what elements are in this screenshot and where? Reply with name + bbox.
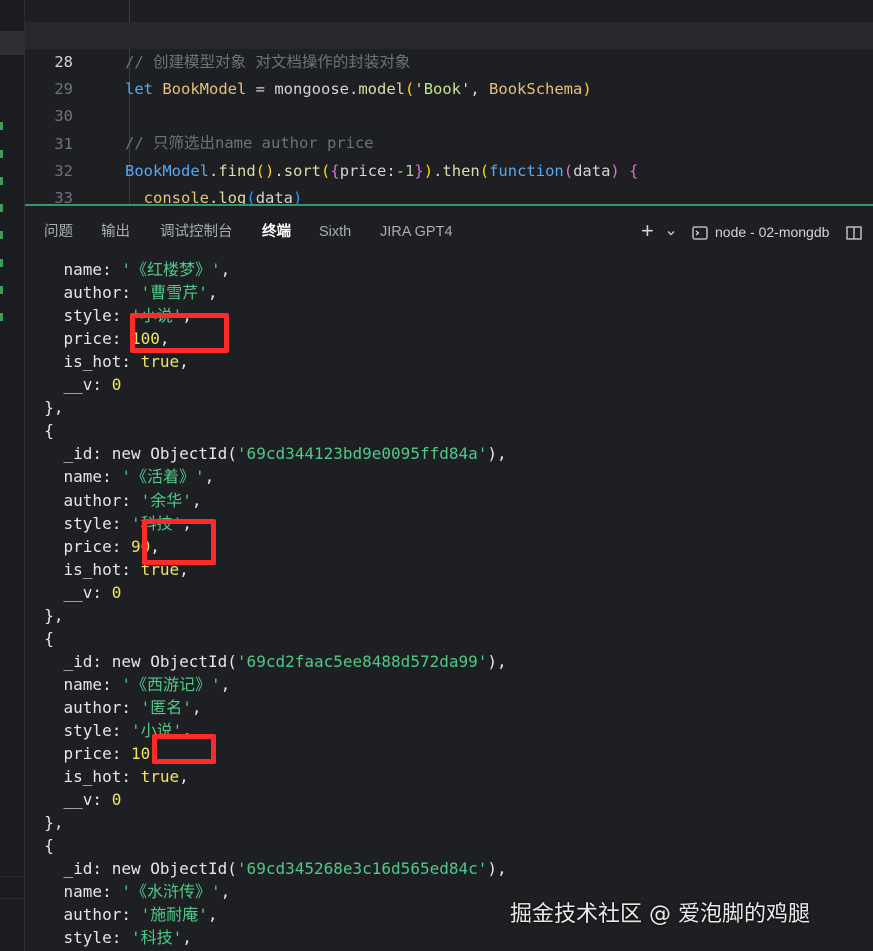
terminal-line: _id: new ObjectId('69cd344123bd9e0095ffd…: [25, 444, 507, 464]
terminal-line: price: 90,: [25, 536, 160, 556]
git-change-marker: [0, 204, 3, 212]
git-change-marker: [0, 122, 3, 130]
terminal-line: price: 10,: [25, 744, 160, 764]
tab-problems[interactable]: 问题: [44, 206, 73, 254]
code-line[interactable]: 27 // 创建模型对象 对文档操作的封装对象: [25, 0, 873, 71]
terminal-line: __v: 0: [25, 375, 122, 395]
terminal-line: __v: 0: [25, 582, 122, 602]
terminal-line: {: [25, 836, 54, 856]
chevron-down-icon[interactable]: [666, 206, 676, 254]
highlight-box: [152, 734, 216, 764]
tab-terminal[interactable]: 终端: [256, 206, 297, 254]
activity-selected[interactable]: [0, 31, 24, 55]
terminal-line: name: '《水浒传》',: [25, 882, 231, 902]
terminal-line: name: '《西游记》',: [25, 674, 231, 694]
git-change-marker: [0, 313, 3, 321]
tab-sixth[interactable]: Sixth: [319, 206, 351, 254]
split-terminal-icon[interactable]: [846, 206, 862, 254]
terminal-line: name: '《红楼梦》',: [25, 260, 231, 279]
git-change-marker: [0, 150, 3, 158]
terminal-line: _id: new ObjectId('69cd2faac5ee8488d572d…: [25, 651, 507, 671]
tab-jira-gpt4[interactable]: JIRA GPT4: [380, 206, 453, 254]
git-change-marker: [0, 286, 3, 294]
code-line-current[interactable]: 28 let BookModel = mongoose.model('Book'…: [25, 22, 873, 98]
terminal-output[interactable]: name: '《红楼梦》', author: '曹雪芹', style: '小说…: [25, 254, 873, 951]
code-line[interactable]: 33 }): [25, 158, 873, 204]
terminal-icon: [692, 206, 708, 254]
terminal-line: {: [25, 421, 54, 441]
terminal-line: },: [25, 605, 64, 625]
code-line[interactable]: 29: [25, 49, 873, 98]
terminal-line: {: [25, 628, 54, 648]
terminal-line: _id: new ObjectId('69cd345268e3c16d565ed…: [25, 859, 507, 879]
terminal-line: author: '施耐庵',: [25, 905, 218, 925]
terminal-line: author: '匿名',: [25, 697, 202, 717]
highlight-box: [130, 313, 229, 353]
terminal-line: },: [25, 813, 64, 833]
tab-debug-console[interactable]: 调试控制台: [160, 206, 233, 254]
watermark: 掘金技术社区 @ 爱泡脚的鸡腿: [510, 902, 810, 927]
code-line[interactable]: 32 console.log(data): [25, 131, 873, 204]
terminal-instance-name[interactable]: node - 02-mongdb: [715, 206, 829, 254]
git-change-marker: [0, 259, 3, 267]
divider: [0, 876, 24, 877]
code-line[interactable]: 31 BookModel.find().sort({price:-1}).the…: [25, 104, 873, 180]
code-editor[interactable]: 27 // 创建模型对象 对文档操作的封装对象 28 let BookModel…: [25, 0, 873, 204]
panel-tabbar: 问题 输出 调试控制台 终端 Sixth JIRA GPT4 + node - …: [25, 206, 873, 254]
git-change-marker: [0, 231, 3, 239]
terminal-line: author: '余华',: [25, 490, 202, 510]
terminal-line: __v: 0: [25, 790, 122, 810]
add-terminal-button[interactable]: +: [641, 206, 654, 254]
terminal-line: is_hot: true,: [25, 352, 189, 372]
terminal-line: is_hot: true,: [25, 767, 189, 787]
terminal-line: },: [25, 398, 64, 418]
code-line[interactable]: 34: [25, 185, 873, 204]
highlight-box: [142, 519, 216, 565]
terminal-line: style: '科技',: [25, 928, 192, 948]
terminal-line: author: '曹雪芹',: [25, 283, 218, 303]
tab-output[interactable]: 输出: [101, 206, 130, 254]
code-line[interactable]: 30 // 只筛选出name author price: [25, 76, 873, 152]
terminal-line: name: '《活着》',: [25, 467, 215, 487]
divider: [0, 898, 24, 899]
git-change-marker: [0, 177, 3, 185]
activity-strip: [0, 0, 25, 951]
